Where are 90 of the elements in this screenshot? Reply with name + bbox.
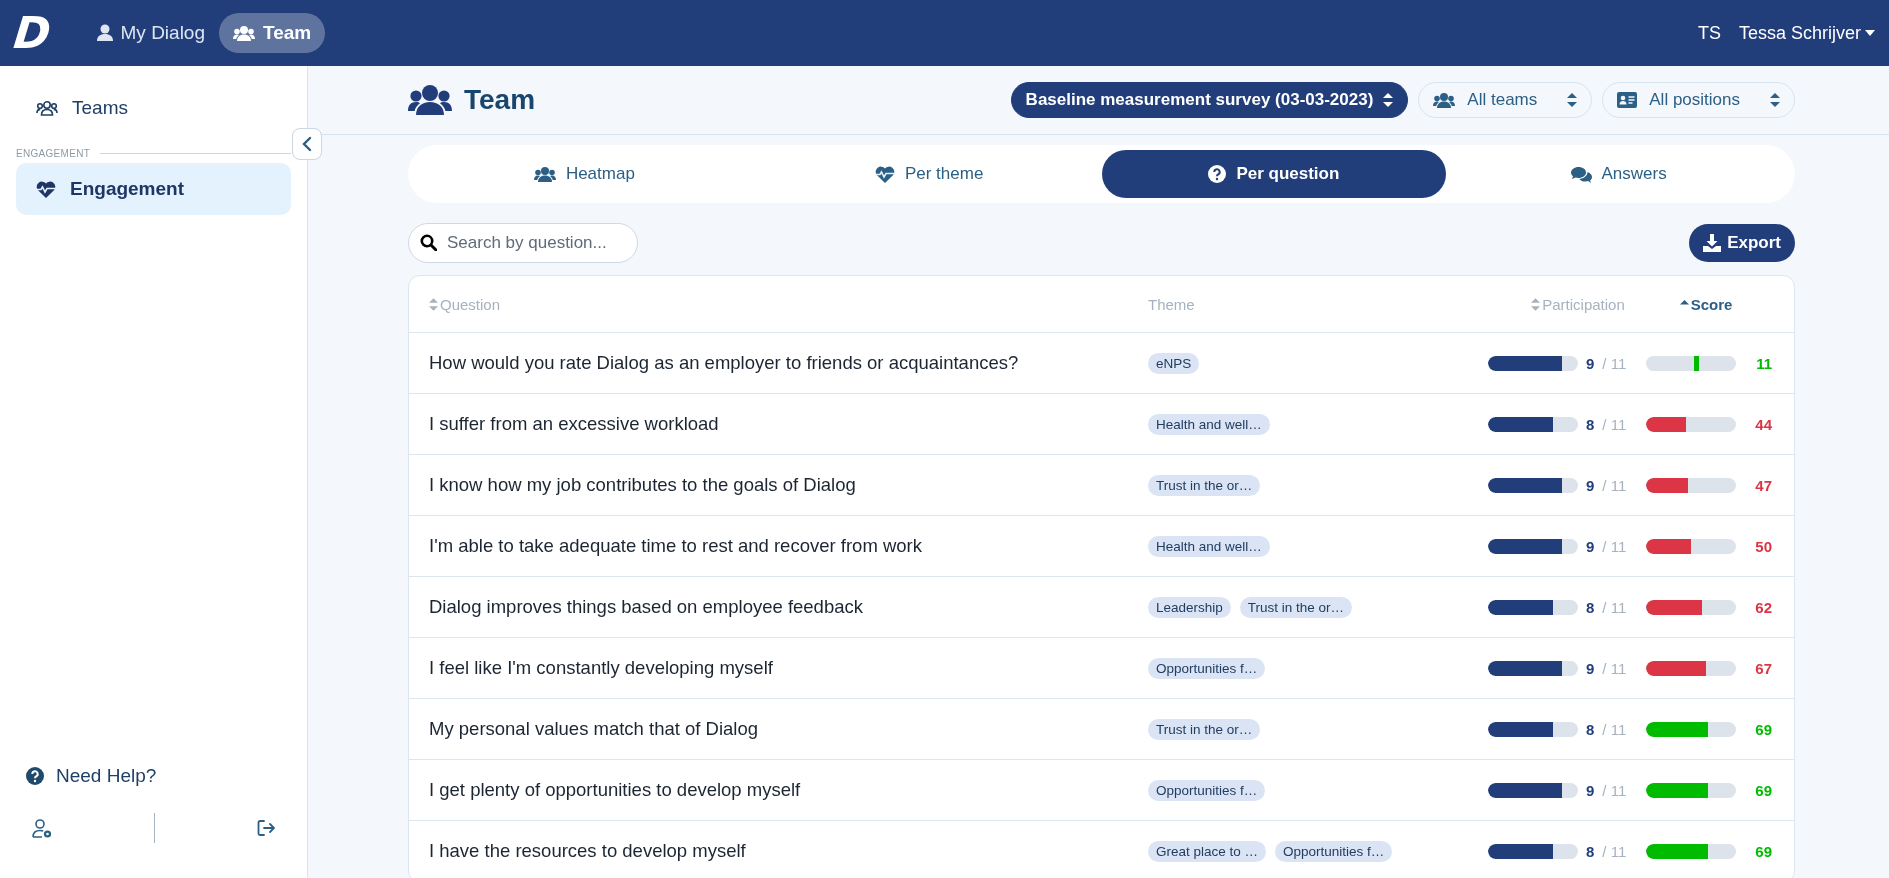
question-text: I'm able to take adequate time to rest and recover from work <box>429 535 923 557</box>
nav-tab[interactable]: Team <box>219 13 326 53</box>
theme-tag: Great place to … <box>1148 840 1267 862</box>
sort-icon <box>1383 93 1394 107</box>
sidebar-item[interactable]: Teams <box>16 82 291 134</box>
question-text: I get plenty of opportunities to develop myself <box>429 779 802 801</box>
user-initials: TS <box>1697 22 1721 44</box>
help-link[interactable]: Need Help? <box>16 754 291 798</box>
user-settings-icon[interactable] <box>32 818 52 838</box>
participation-count: 8 <box>1586 598 1595 616</box>
view-tab[interactable]: Answers <box>1446 150 1791 198</box>
collapse-button[interactable] <box>292 128 322 160</box>
sort-icon <box>1770 93 1780 107</box>
users-icon <box>36 100 58 116</box>
column-header: Theme <box>1148 295 1195 313</box>
sort-icon <box>1567 93 1578 107</box>
users-icon <box>233 24 255 42</box>
participation-count: 9 <box>1586 781 1595 799</box>
export-button[interactable]: Export <box>1689 224 1795 262</box>
score-value: 69 <box>1754 720 1772 738</box>
theme-tag: Opportunities f… <box>1148 779 1266 801</box>
help-icon <box>1208 165 1227 183</box>
participation-count: 8 <box>1586 720 1595 738</box>
question-text: I feel like I'm constantly developing myself <box>429 657 774 679</box>
participation-total: / 11 <box>1602 415 1627 433</box>
theme-tag: Health and well… <box>1148 535 1270 557</box>
question-text: I know how my job contributes to the goals of Dialog <box>429 474 857 496</box>
participation-total: / 11 <box>1602 537 1627 555</box>
participation-count: 9 <box>1586 354 1595 372</box>
search-field[interactable]: Search by question... <box>408 223 638 263</box>
theme-tag: Trust in the or… <box>1148 474 1261 496</box>
score-value: 44 <box>1754 415 1772 433</box>
view-tab[interactable]: Per question <box>1101 150 1447 198</box>
id-card-icon <box>1617 92 1638 108</box>
caret-icon <box>1865 30 1875 36</box>
participation-total: / 11 <box>1602 354 1627 372</box>
participation-total: / 11 <box>1602 598 1627 616</box>
theme-tag: Trust in the or… <box>1239 596 1353 618</box>
page-title: Team <box>464 84 536 116</box>
chevron-left-icon <box>301 136 313 152</box>
download-icon <box>1703 234 1722 252</box>
theme-tag: eNPS <box>1148 352 1200 374</box>
participation-total: / 11 <box>1602 476 1627 494</box>
participation-total: / 11 <box>1602 781 1627 799</box>
score-value: 62 <box>1754 598 1772 616</box>
question-text: I suffer from an excessive workload <box>429 413 720 435</box>
view-tab[interactable]: Per theme <box>756 150 1102 198</box>
score-value: 69 <box>1754 781 1772 799</box>
help-icon <box>26 767 44 785</box>
score-value: 69 <box>1754 842 1772 860</box>
score-value: 11 <box>1755 354 1772 372</box>
sign-out-icon[interactable] <box>257 819 275 837</box>
comments-icon <box>1570 165 1592 183</box>
view-tab[interactable]: Heatmap <box>412 150 757 198</box>
heart-pulse-icon <box>36 180 56 198</box>
participation-total: / 11 <box>1602 659 1627 677</box>
theme-tag: Health and well… <box>1148 413 1270 435</box>
heart-pulse-icon <box>874 165 895 183</box>
theme-tag: Opportunities f… <box>1275 840 1393 862</box>
score-value: 47 <box>1754 476 1772 494</box>
question-text: I have the resources to develop myself <box>429 840 747 862</box>
section-label: ENGAGEMENT <box>16 148 91 159</box>
participation-count: 9 <box>1586 659 1595 677</box>
participation-count: 8 <box>1586 415 1595 433</box>
score-value: 67 <box>1754 659 1772 677</box>
score-value: 50 <box>1754 537 1772 555</box>
user-menu[interactable]: Tessa Schrijver <box>1738 22 1875 44</box>
nav-tab[interactable]: My Dialog <box>82 13 219 53</box>
participation-count: 9 <box>1586 537 1595 555</box>
users-icon <box>1433 91 1456 109</box>
position-select[interactable]: All positions <box>1602 82 1795 118</box>
users-icon <box>533 165 556 183</box>
theme-tag: Leadership <box>1148 596 1231 618</box>
participation-total: / 11 <box>1602 842 1627 860</box>
team-select[interactable]: All teams <box>1418 82 1593 118</box>
users-icon <box>408 83 452 117</box>
logo[interactable]: D <box>11 11 51 55</box>
sidebar-item[interactable]: Engagement <box>16 163 291 215</box>
user-icon <box>96 24 113 42</box>
column-header[interactable]: Score <box>1690 295 1733 313</box>
theme-tag: Trust in the or… <box>1148 718 1261 740</box>
question-text: How would you rate Dialog as an employer to friends or acquaintances? <box>429 352 1020 374</box>
participation-count: 9 <box>1586 476 1595 494</box>
participation-count: 8 <box>1586 842 1595 860</box>
survey-select[interactable]: Baseline measurement survey (03-03-2023) <box>1010 82 1409 118</box>
participation-total: / 11 <box>1602 720 1627 738</box>
question-text: My personal values match that of Dialog <box>429 718 760 740</box>
question-text: Dialog improves things based on employee feedback <box>429 596 864 618</box>
theme-tag: Opportunities f… <box>1148 657 1266 679</box>
search-icon <box>420 234 437 251</box>
